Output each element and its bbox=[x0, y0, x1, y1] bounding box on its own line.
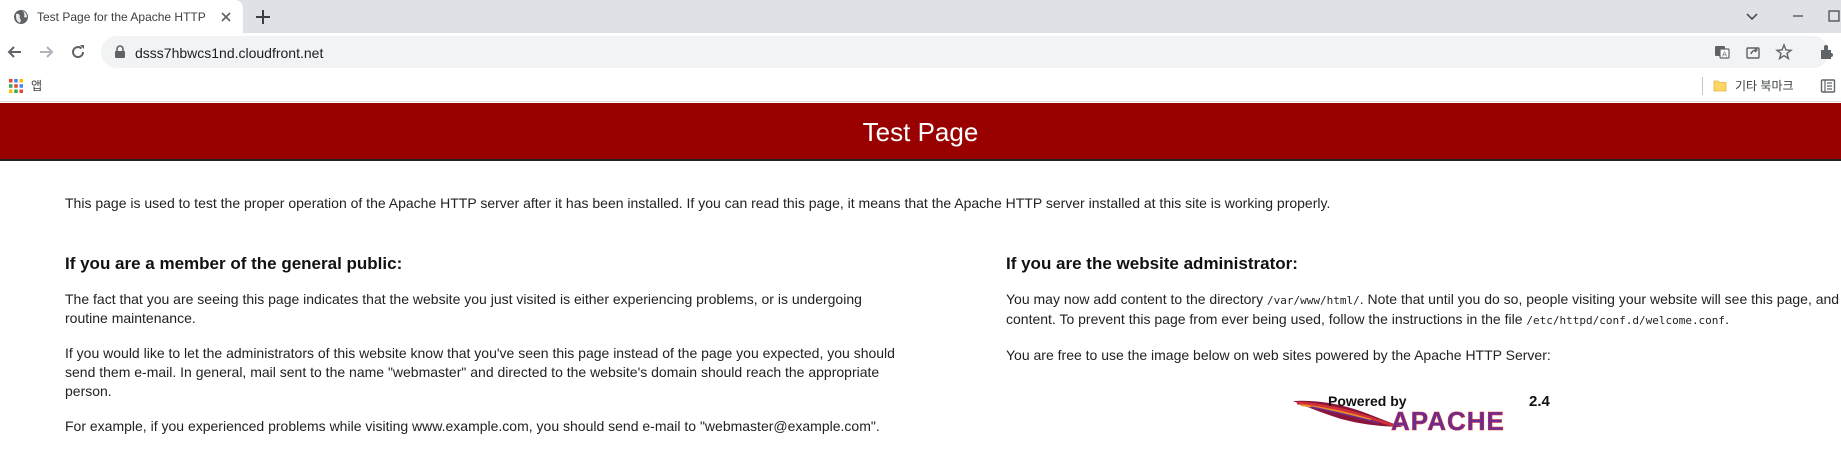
share-icon[interactable] bbox=[1744, 43, 1762, 61]
close-icon[interactable] bbox=[218, 9, 234, 25]
docroot-path: /var/www/html/ bbox=[1266, 294, 1360, 307]
welcome-conf-path: /etc/httpd/conf.d/welcome.conf bbox=[1526, 314, 1726, 327]
forward-icon[interactable] bbox=[36, 42, 56, 62]
admin-section: If you are the website administrator: Yo… bbox=[1006, 254, 1841, 381]
other-bookmarks[interactable]: 기타 북마크 bbox=[1735, 79, 1794, 93]
translate-icon[interactable]: A bbox=[1713, 43, 1731, 61]
powered-by-apache-logo: Powered by APACHE 2.4 bbox=[1293, 393, 1551, 433]
public-paragraph-3: For example, if you experienced problems… bbox=[65, 418, 880, 434]
maximize-icon[interactable] bbox=[1822, 4, 1841, 28]
bookmarks-bar: 앱 기타 북마크 bbox=[0, 71, 1841, 102]
tab-strip: Test Page for the Apache HTTP bbox=[0, 0, 1841, 33]
active-tab[interactable]: Test Page for the Apache HTTP bbox=[0, 0, 243, 33]
admin-text-after: . bbox=[1725, 311, 1729, 327]
reading-list-icon[interactable] bbox=[1820, 78, 1836, 94]
admin-text-before: You may now add content to the directory bbox=[1006, 291, 1267, 307]
public-paragraph-1: The fact that you are seeing this page i… bbox=[65, 291, 862, 326]
browser-toolbar: dsss7hbwcs1nd.cloudfront.net A bbox=[0, 33, 1841, 71]
page-title: Test Page bbox=[862, 117, 979, 147]
url-text[interactable]: dsss7hbwcs1nd.cloudfront.net bbox=[135, 45, 323, 61]
apps-shortcut[interactable]: 앱 bbox=[31, 79, 42, 93]
admin-paragraph-2: You are free to use the image below on w… bbox=[1006, 347, 1551, 363]
public-paragraph-2: If you would like to let the administrat… bbox=[65, 345, 895, 399]
admin-paragraph-1: You may now add content to the directory… bbox=[1006, 290, 1841, 330]
reload-icon[interactable] bbox=[68, 42, 88, 62]
svg-text:A: A bbox=[1722, 51, 1727, 59]
apache-version: 2.4 bbox=[1529, 393, 1551, 410]
public-heading: If you are a member of the general publi… bbox=[65, 254, 403, 273]
apache-wordmark: APACHE bbox=[1391, 406, 1505, 433]
globe-icon bbox=[14, 10, 28, 24]
extensions-icon[interactable] bbox=[1817, 42, 1837, 62]
tab-title: Test Page for the Apache HTTP bbox=[37, 10, 206, 24]
star-icon[interactable] bbox=[1775, 43, 1793, 61]
minimize-icon[interactable] bbox=[1786, 4, 1810, 28]
public-section: If you are a member of the general publi… bbox=[65, 254, 895, 452]
new-tab-icon[interactable] bbox=[253, 7, 273, 27]
folder-icon[interactable] bbox=[1713, 79, 1727, 93]
address-bar[interactable]: dsss7hbwcs1nd.cloudfront.net A bbox=[101, 36, 1829, 68]
intro-text: This page is used to test the proper ope… bbox=[65, 195, 1331, 211]
apps-grid-icon[interactable] bbox=[9, 79, 23, 93]
chevron-down-icon[interactable] bbox=[1740, 4, 1764, 28]
back-icon[interactable] bbox=[5, 42, 25, 62]
page-header: Test Page bbox=[0, 103, 1841, 161]
admin-heading: If you are the website administrator: bbox=[1006, 254, 1298, 273]
bookmark-separator bbox=[1702, 77, 1703, 95]
lock-icon[interactable] bbox=[113, 45, 127, 59]
